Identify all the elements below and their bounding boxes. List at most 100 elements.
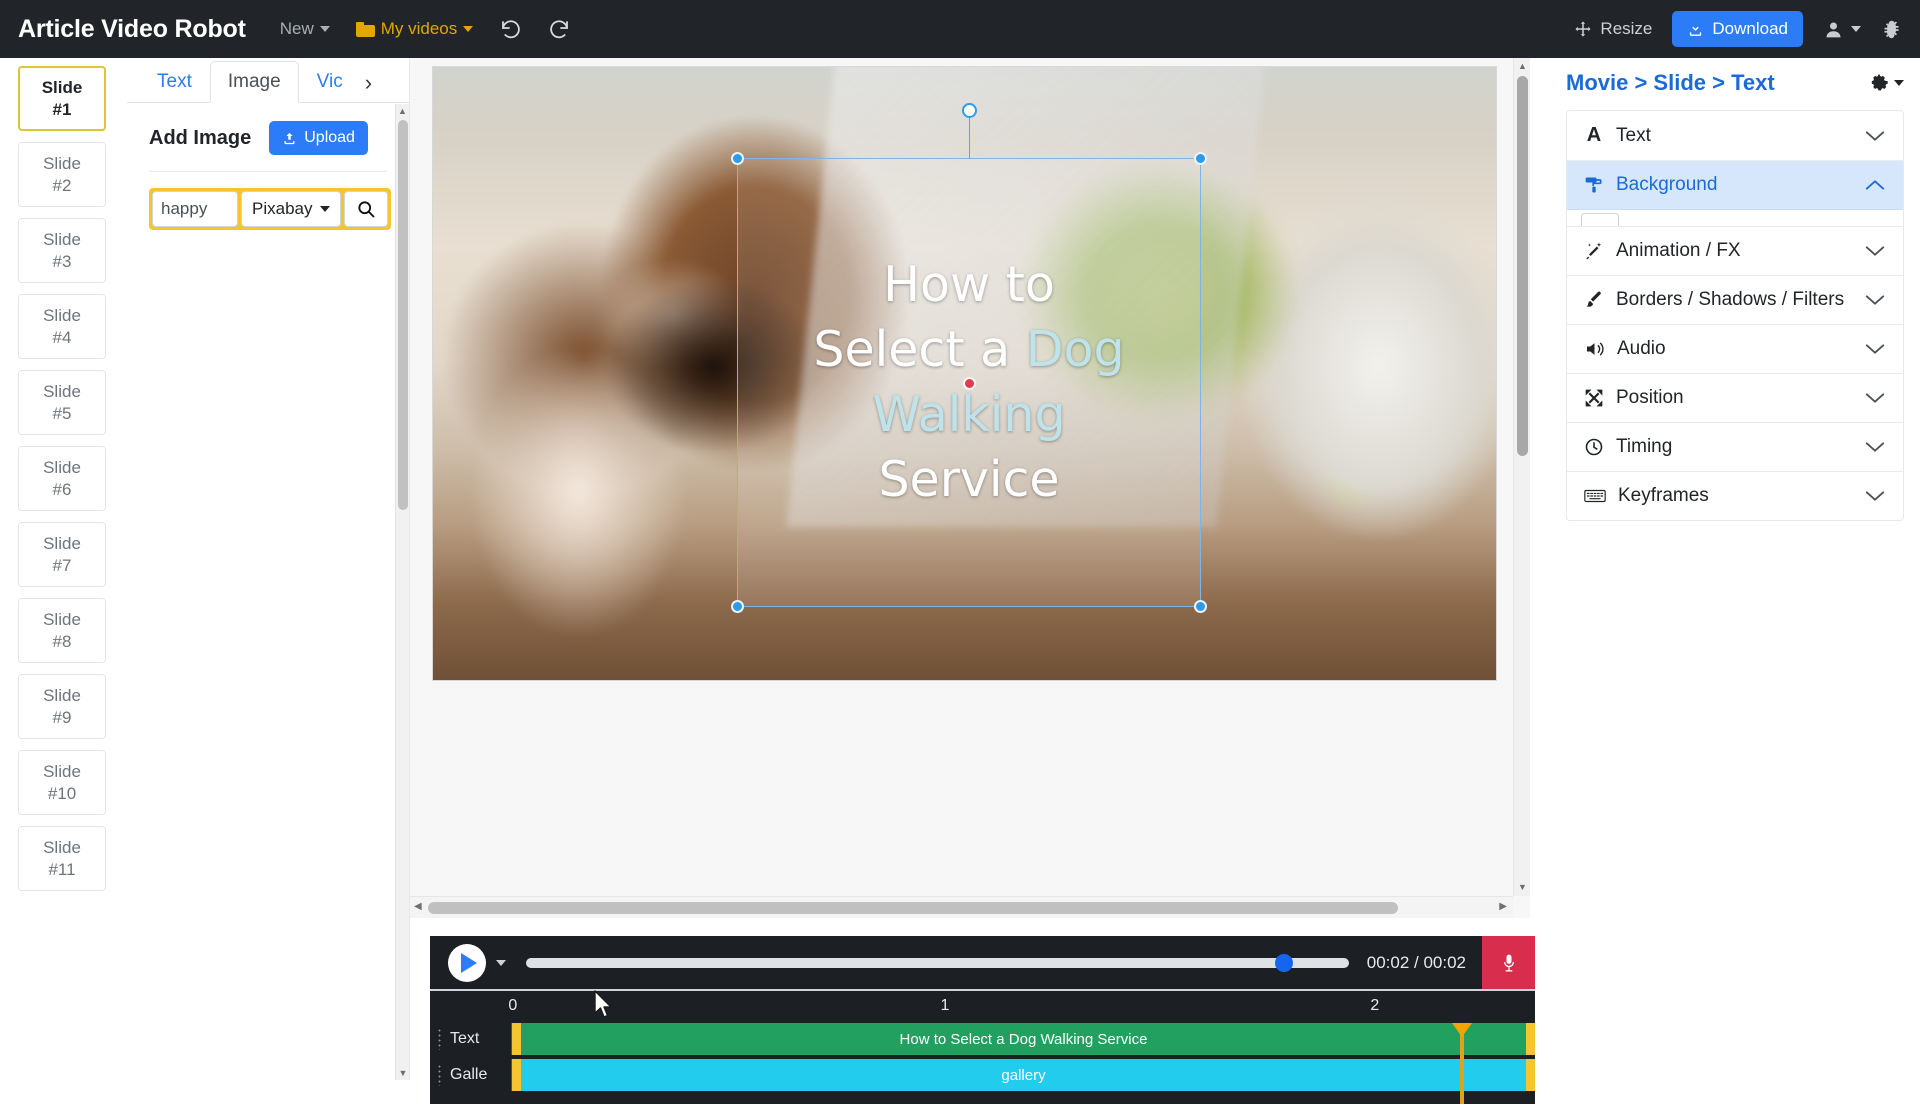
scroll-left-arrow[interactable]: ◀ xyxy=(414,901,422,912)
slide-thumb-4[interactable]: Slide #4 xyxy=(18,294,106,359)
background-option-color[interactable] xyxy=(1633,213,1637,226)
tab-image[interactable]: Image xyxy=(209,61,299,103)
background-option-image[interactable] xyxy=(1670,213,1674,226)
background-option-none[interactable] xyxy=(1581,213,1620,226)
slide-thumb-label: Slide xyxy=(43,686,81,706)
image-search-row: Pixabay xyxy=(149,188,391,230)
selected-text-object[interactable]: How to Select a Dog Walking Service xyxy=(731,103,1207,613)
accordion-section-animation-fx[interactable]: Animation / FX xyxy=(1567,227,1903,276)
timeline-playhead[interactable] xyxy=(1451,1023,1472,1104)
slide-thumb-number: #5 xyxy=(52,403,72,423)
clip-label: gallery xyxy=(1001,1066,1046,1084)
object-center-anchor[interactable] xyxy=(965,378,974,388)
slide-stage[interactable]: How to Select a Dog Walking Service xyxy=(432,66,1497,681)
accordion-section-background[interactable]: Background xyxy=(1567,161,1903,210)
my-videos-label: My videos xyxy=(380,19,458,38)
slide-thumb-label: Slide xyxy=(43,534,81,554)
accordion-section-audio[interactable]: Audio xyxy=(1567,325,1903,374)
tab-video[interactable]: Vic xyxy=(299,61,361,103)
redo-icon[interactable] xyxy=(547,17,571,41)
folder-icon xyxy=(355,21,375,37)
playback-progress-slider[interactable] xyxy=(526,953,1349,972)
slide-thumb-8[interactable]: Slide #8 xyxy=(18,598,106,663)
accordion-section-borders-shadows-filters[interactable]: Borders / Shadows / Filters xyxy=(1567,276,1903,325)
image-source-select[interactable]: Pixabay xyxy=(241,191,342,227)
properties-accordion: A Text Background Animation / FX Borders… xyxy=(1566,110,1904,521)
scroll-up-arrow[interactable]: ▲ xyxy=(1514,59,1530,73)
download-button[interactable]: Download xyxy=(1672,11,1803,47)
scrollbar-thumb[interactable] xyxy=(398,120,408,510)
undo-icon[interactable] xyxy=(499,17,523,41)
slide-thumb-7[interactable]: Slide #7 xyxy=(18,522,106,587)
chevron-down-icon xyxy=(1865,130,1885,141)
tab-text[interactable]: Text xyxy=(139,61,210,103)
resize-handle-bottom-right[interactable] xyxy=(1194,600,1207,613)
timeline-clip-gallery[interactable]: gallery xyxy=(512,1059,1535,1091)
chevron-up-icon xyxy=(1865,180,1885,190)
properties-settings-menu[interactable] xyxy=(1869,73,1904,93)
play-button[interactable] xyxy=(448,943,486,982)
slide-thumb-10[interactable]: Slide #10 xyxy=(18,750,106,815)
playback-progress-handle[interactable] xyxy=(1274,953,1293,972)
chevron-right-icon[interactable]: › xyxy=(365,70,372,96)
rotation-handle[interactable] xyxy=(962,103,977,118)
scroll-up-arrow[interactable]: ▲ xyxy=(396,104,409,118)
record-voice-button[interactable] xyxy=(1482,936,1535,989)
chevron-down-icon xyxy=(319,26,330,32)
scrollbar-thumb[interactable] xyxy=(1517,76,1528,456)
bug-icon[interactable] xyxy=(1881,19,1902,40)
slide-thumb-3[interactable]: Slide #3 xyxy=(18,218,106,283)
track-label[interactable]: Text xyxy=(430,1023,512,1055)
accordion-section-text[interactable]: A Text xyxy=(1567,111,1903,161)
tool-panel-scrollbar[interactable]: ▲ ▼ xyxy=(395,104,409,1080)
resize-button[interactable]: Resize xyxy=(1574,19,1652,39)
upload-button[interactable]: Upload xyxy=(269,121,368,155)
clip-handle-left[interactable] xyxy=(512,1059,521,1091)
search-button[interactable] xyxy=(344,191,388,227)
slide-thumb-6[interactable]: Slide #6 xyxy=(18,446,106,511)
accordion-section-position[interactable]: Position xyxy=(1567,374,1903,423)
resize-handle-top-right[interactable] xyxy=(1194,152,1207,165)
timeline-panel: 00:02 / 00:02 0 1 2 Text How to Select a… xyxy=(430,936,1535,1104)
accordion-label: Animation / FX xyxy=(1616,240,1741,261)
scrollbar-thumb[interactable] xyxy=(428,902,1398,914)
accordion-label: Timing xyxy=(1616,436,1673,457)
scroll-down-arrow[interactable]: ▼ xyxy=(1514,880,1530,894)
brush-icon xyxy=(1586,291,1601,307)
slide-thumb-11[interactable]: Slide #11 xyxy=(18,826,106,891)
track-label[interactable]: Galle xyxy=(430,1059,512,1091)
slide-thumb-label: Slide xyxy=(43,610,81,630)
user-menu[interactable] xyxy=(1823,19,1861,40)
slide-thumb-2[interactable]: Slide #2 xyxy=(18,142,106,207)
search-input[interactable] xyxy=(152,191,238,227)
clip-handle-right[interactable] xyxy=(1526,1059,1535,1091)
canvas-vertical-scrollbar[interactable]: ▲ ▼ xyxy=(1513,58,1530,896)
scroll-down-arrow[interactable]: ▼ xyxy=(396,1066,410,1080)
accordion-label: Borders / Shadows / Filters xyxy=(1616,289,1845,310)
my-videos-menu[interactable]: My videos xyxy=(355,19,474,39)
accordion-section-timing[interactable]: Timing xyxy=(1567,423,1903,472)
background-option-gradient[interactable] xyxy=(1651,213,1655,226)
slide-thumb-9[interactable]: Slide #9 xyxy=(18,674,106,739)
scroll-right-arrow[interactable]: ▶ xyxy=(1499,901,1507,912)
slides-rail[interactable]: Slide #1 Slide #2 Slide #3 Slide #4 Slid… xyxy=(0,58,127,1080)
slide-thumb-1[interactable]: Slide #1 xyxy=(18,66,106,131)
timeline-clip-text[interactable]: How to Select a Dog Walking Service xyxy=(512,1023,1535,1055)
play-icon xyxy=(461,952,477,973)
slide-text-part: Service xyxy=(878,450,1060,508)
search-icon xyxy=(358,201,375,218)
canvas-horizontal-scrollbar[interactable]: ◀ ▶ xyxy=(410,896,1513,918)
new-menu[interactable]: New xyxy=(280,19,330,39)
clip-handle-right[interactable] xyxy=(1526,1023,1535,1055)
timeline-ruler[interactable]: 0 1 2 xyxy=(430,989,1535,1023)
upload-icon xyxy=(284,132,295,144)
play-options-caret-icon[interactable] xyxy=(496,959,506,966)
slide-thumb-5[interactable]: Slide #5 xyxy=(18,370,106,435)
breadcrumb[interactable]: Movie > Slide > Text xyxy=(1566,70,1775,96)
clip-handle-left[interactable] xyxy=(512,1023,521,1055)
resize-handle-bottom-left[interactable] xyxy=(731,600,744,613)
slide-thumb-label: Slide xyxy=(43,762,81,782)
slide-text-part: How to xyxy=(883,256,1055,314)
accordion-section-keyframes[interactable]: Keyframes xyxy=(1567,472,1903,520)
resize-handle-top-left[interactable] xyxy=(731,152,744,165)
